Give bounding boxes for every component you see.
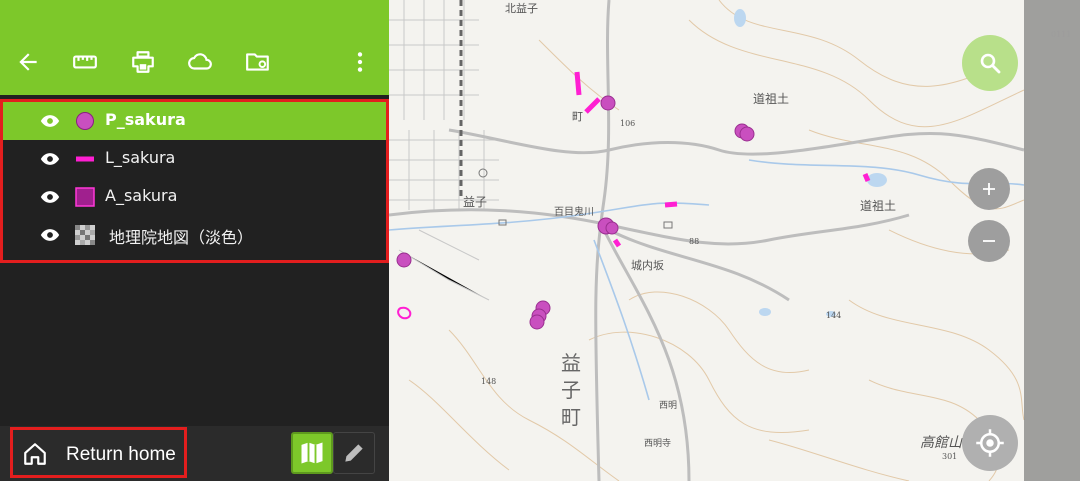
minus-icon — [983, 240, 995, 242]
plus-icon — [983, 183, 995, 195]
layer-row-l-sakura[interactable]: L_sakura — [3, 140, 386, 178]
back-button[interactable] — [10, 44, 46, 80]
town-name-label: 子 — [561, 378, 581, 402]
layer-row-p-sakura[interactable]: P_sakura — [3, 102, 386, 140]
ruler-icon — [73, 55, 97, 69]
town-name-label: 益 — [561, 351, 581, 375]
spot-height: 144 — [826, 311, 842, 320]
map-label: 北益子 — [505, 2, 538, 15]
tile-symbol-icon — [75, 225, 95, 245]
layer-label: P_sakura — [105, 110, 186, 129]
layer-label: L_sakura — [105, 148, 176, 167]
map-label: 城内坂 — [631, 259, 664, 272]
more-menu-button[interactable] — [342, 44, 378, 80]
map-label: 町 — [572, 110, 583, 123]
my-location-button[interactable] — [962, 415, 1018, 471]
layer-list: P_sakura L_sakura A_sakura 地理院地図（淡色） — [0, 99, 389, 263]
eye-icon[interactable] — [39, 113, 61, 129]
pencil-icon — [345, 444, 363, 462]
map-label: 西明寺 — [644, 439, 672, 449]
layer-row-a-sakura[interactable]: A_sakura — [3, 178, 386, 216]
map-label: 百目鬼川 — [554, 207, 594, 218]
eye-icon[interactable] — [39, 227, 61, 243]
measure-button[interactable] — [67, 44, 103, 80]
map-view[interactable]: 北益子 道祖土 道祖土 益子 百目鬼川 城内坂 町 高館山 西明寺 西明 益 子… — [389, 0, 1080, 481]
area-symbol-icon — [75, 187, 95, 207]
spot-height: 106 — [620, 119, 636, 128]
map-label: 益子 — [463, 195, 488, 209]
zoom-in-button[interactable] — [968, 168, 1010, 210]
top-toolbar — [0, 0, 389, 95]
spot-height: 88 — [689, 237, 700, 246]
cloud-icon — [188, 53, 212, 70]
printer-icon — [132, 51, 154, 73]
map-label: 高館山 — [920, 435, 962, 451]
edit-mode-button[interactable] — [333, 432, 375, 474]
line-symbol-icon — [76, 156, 94, 162]
spot-height: 301 — [942, 452, 958, 461]
home-icon — [24, 443, 46, 465]
search-button[interactable] — [962, 35, 1018, 91]
map-shade-overlay — [1024, 0, 1080, 481]
crosshair-icon — [976, 429, 1004, 457]
town-name-label: 町 — [561, 405, 581, 429]
map-label: 道祖土 — [860, 199, 897, 213]
folder-settings-icon — [246, 53, 269, 71]
layer-row-basemap[interactable]: 地理院地図（淡色） — [3, 216, 386, 254]
project-folder-button[interactable] — [240, 44, 276, 80]
map-label: 西明 — [659, 401, 678, 411]
layer-label: A_sakura — [105, 186, 178, 205]
eye-icon[interactable] — [39, 151, 61, 167]
cloud-button[interactable] — [182, 44, 218, 80]
return-home-label: Return home — [66, 444, 176, 465]
spot-height: 148 — [481, 377, 497, 386]
more-vertical-icon — [357, 52, 363, 72]
point-symbol-icon — [76, 112, 94, 130]
eye-icon[interactable] — [39, 189, 61, 205]
layer-panel: P_sakura L_sakura A_sakura 地理院地図（淡色） Ret… — [0, 0, 389, 481]
map-mode-button[interactable] — [291, 432, 333, 474]
return-home-button[interactable]: Return home — [10, 427, 187, 478]
map-label: 道祖土 — [753, 92, 790, 106]
search-icon — [980, 53, 1001, 74]
print-button[interactable] — [125, 44, 161, 80]
map-icon — [301, 442, 323, 464]
arrow-left-icon — [19, 53, 37, 71]
zoom-out-button[interactable] — [968, 220, 1010, 262]
layer-label: 地理院地図（淡色） — [109, 228, 254, 247]
